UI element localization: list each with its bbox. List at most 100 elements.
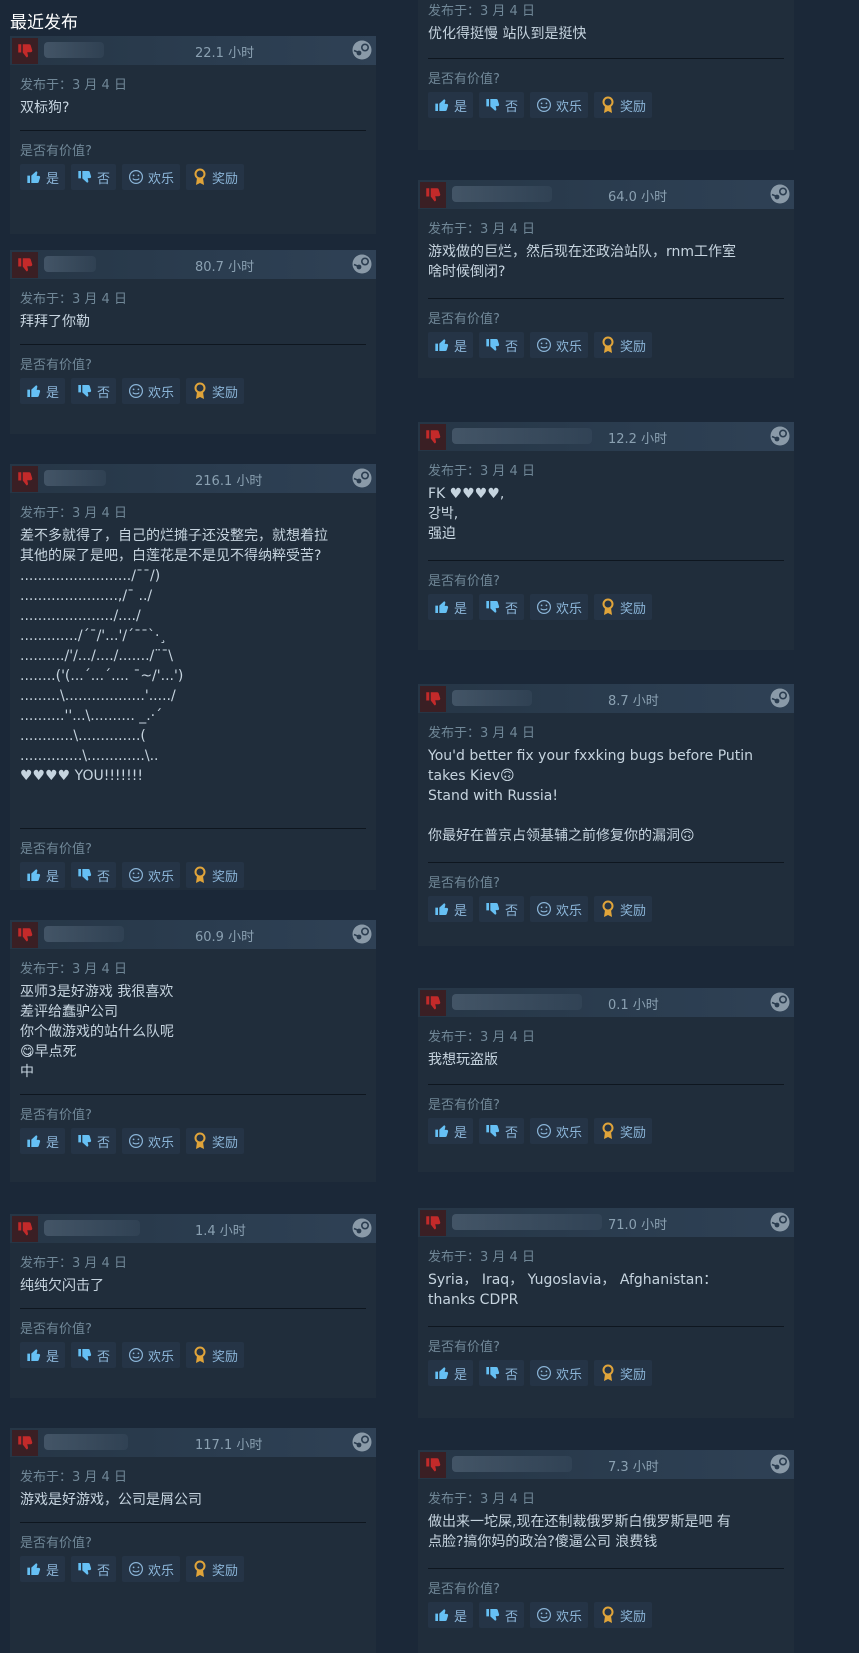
review-text: 双标狗? <box>20 100 70 116</box>
vote-no-button[interactable]: 否 <box>71 378 117 404</box>
vote-funny-button[interactable]: 欢乐 <box>530 1118 589 1144</box>
not-recommended-icon <box>420 686 446 712</box>
vote-yes-button[interactable]: 是 <box>428 1118 474 1144</box>
vote-yes-button[interactable]: 是 <box>428 332 474 358</box>
vote-funny-label: 欢乐 <box>556 99 583 115</box>
vote-no-button[interactable]: 否 <box>479 1118 525 1144</box>
award-button[interactable]: 奖励 <box>594 896 653 922</box>
author-avatar-name[interactable] <box>44 1434 128 1450</box>
award-button[interactable]: 奖励 <box>186 378 245 404</box>
vote-funny-button[interactable]: 欢乐 <box>122 164 181 190</box>
thumbs-up-icon <box>26 383 42 399</box>
award-label: 奖励 <box>620 339 647 355</box>
review-header: 22.1 小时 <box>10 36 376 65</box>
steam-icon <box>352 1218 372 1238</box>
review-header: 117.1 小时 <box>10 1428 376 1457</box>
vote-yes-button[interactable]: 是 <box>20 862 66 888</box>
vote-yes-button[interactable]: 是 <box>428 594 474 620</box>
vote-no-button[interactable]: 否 <box>479 1360 525 1386</box>
vote-yes-button[interactable]: 是 <box>428 1602 474 1628</box>
vote-no-button[interactable]: 否 <box>479 332 525 358</box>
review-card: 1.4 小时 发布于：3 月 4 日纯纯欠闪击了 是否有价值? 是 否 欢乐 奖励 <box>10 1214 376 1398</box>
review-text: FK ♥♥♥♥, 강박, 强迫 <box>428 486 505 542</box>
author-avatar-name[interactable] <box>44 1220 140 1236</box>
not-recommended-icon <box>420 990 446 1016</box>
award-label: 奖励 <box>212 869 239 885</box>
vote-no-button[interactable]: 否 <box>71 862 117 888</box>
award-button[interactable]: 奖励 <box>594 594 653 620</box>
author-avatar-name[interactable] <box>452 186 552 202</box>
vote-actions: 是 否 欢乐 奖励 <box>20 862 245 888</box>
vote-funny-button[interactable]: 欢乐 <box>530 1360 589 1386</box>
not-recommended-icon <box>420 1452 446 1478</box>
helpful-question: 是否有价值? <box>428 312 500 327</box>
vote-yes-button[interactable]: 是 <box>20 378 66 404</box>
vote-no-button[interactable]: 否 <box>479 896 525 922</box>
vote-funny-button[interactable]: 欢乐 <box>530 1602 589 1628</box>
vote-no-button[interactable]: 否 <box>71 1556 117 1582</box>
review-header: 12.2 小时 <box>418 422 794 451</box>
vote-no-label: 否 <box>97 1349 111 1365</box>
smiley-icon <box>128 1347 144 1363</box>
vote-no-button[interactable]: 否 <box>479 1602 525 1628</box>
vote-yes-label: 是 <box>46 385 60 401</box>
author-avatar-name[interactable] <box>44 256 96 272</box>
vote-no-button[interactable]: 否 <box>479 594 525 620</box>
vote-funny-button[interactable]: 欢乐 <box>122 1342 181 1368</box>
vote-funny-label: 欢乐 <box>148 171 175 187</box>
award-medal-icon <box>600 900 616 918</box>
vote-funny-button[interactable]: 欢乐 <box>122 1556 181 1582</box>
author-avatar-name[interactable] <box>452 994 582 1010</box>
vote-no-button[interactable]: 否 <box>71 1128 117 1154</box>
award-button[interactable]: 奖励 <box>594 1118 653 1144</box>
vote-no-button[interactable]: 否 <box>479 92 525 118</box>
thumbs-down-icon <box>485 97 501 113</box>
vote-yes-button[interactable]: 是 <box>20 1342 66 1368</box>
author-avatar-name[interactable] <box>44 926 124 942</box>
review-card: 22.1 小时 发布于：3 月 4 日双标狗? 是否有价值? 是 否 欢乐 奖励 <box>10 36 376 234</box>
vote-funny-button[interactable]: 欢乐 <box>122 862 181 888</box>
vote-funny-button[interactable]: 欢乐 <box>530 896 589 922</box>
vote-yes-button[interactable]: 是 <box>20 1556 66 1582</box>
not-recommended-icon <box>12 466 38 492</box>
award-button[interactable]: 奖励 <box>186 1128 245 1154</box>
vote-yes-button[interactable]: 是 <box>428 92 474 118</box>
vote-yes-button[interactable]: 是 <box>428 896 474 922</box>
author-avatar-name[interactable] <box>44 42 104 58</box>
thumbs-down-icon <box>485 599 501 615</box>
posted-date: 发布于：3 月 4 日 <box>20 78 127 93</box>
award-button[interactable]: 奖励 <box>594 1602 653 1628</box>
vote-funny-button[interactable]: 欢乐 <box>122 1128 181 1154</box>
author-avatar-name[interactable] <box>44 470 106 486</box>
vote-yes-button[interactable]: 是 <box>428 1360 474 1386</box>
section-title: 最近发布 <box>10 13 78 33</box>
vote-funny-button[interactable]: 欢乐 <box>530 594 589 620</box>
review-card: 117.1 小时 发布于：3 月 4 日游戏是好游戏，公司是屑公司 是否有价值? 是 否… <box>10 1428 376 1653</box>
award-button[interactable]: 奖励 <box>186 164 245 190</box>
playtime-hours: 8.7 小时 <box>608 694 659 709</box>
steam-icon <box>770 688 790 708</box>
award-button[interactable]: 奖励 <box>186 1342 245 1368</box>
vote-funny-button[interactable]: 欢乐 <box>530 332 589 358</box>
author-avatar-name[interactable] <box>452 1456 572 1472</box>
vote-yes-button[interactable]: 是 <box>20 164 66 190</box>
review-card: 8.7 小时 发布于：3 月 4 日 You'd better fix your f… <box>418 684 794 946</box>
author-avatar-name[interactable] <box>452 1214 602 1230</box>
vote-yes-button[interactable]: 是 <box>20 1128 66 1154</box>
posted-date: 发布于：3 月 4 日 <box>428 1030 535 1045</box>
helpful-question: 是否有价值? <box>428 574 500 589</box>
award-label: 奖励 <box>212 1349 239 1365</box>
vote-no-button[interactable]: 否 <box>71 164 117 190</box>
vote-funny-button[interactable]: 欢乐 <box>530 92 589 118</box>
award-button[interactable]: 奖励 <box>594 92 653 118</box>
vote-no-button[interactable]: 否 <box>71 1342 117 1368</box>
smiley-icon <box>128 1133 144 1149</box>
award-button[interactable]: 奖励 <box>594 1360 653 1386</box>
award-button[interactable]: 奖励 <box>594 332 653 358</box>
award-button[interactable]: 奖励 <box>186 862 245 888</box>
author-avatar-name[interactable] <box>452 428 592 444</box>
vote-funny-button[interactable]: 欢乐 <box>122 378 181 404</box>
award-medal-icon <box>600 1122 616 1140</box>
award-button[interactable]: 奖励 <box>186 1556 245 1582</box>
author-avatar-name[interactable] <box>452 690 532 706</box>
